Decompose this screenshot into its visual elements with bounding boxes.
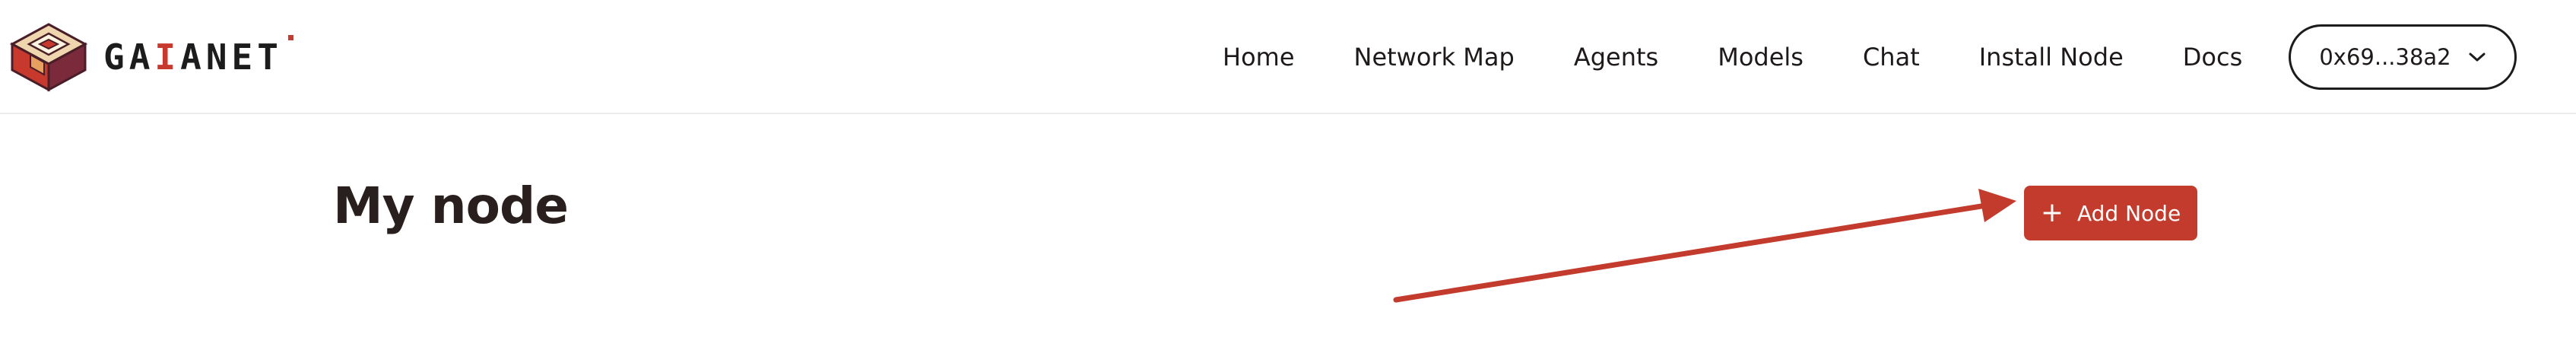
gaianet-logo-icon [9, 21, 88, 93]
nav-item-install-node[interactable]: Install Node [1979, 40, 2124, 75]
add-node-button[interactable]: + Add Node [2024, 186, 2197, 240]
page: G A I A N E T Home Network Map Agents Mo… [0, 0, 2576, 347]
nav-item-models[interactable]: Models [1718, 40, 1804, 75]
brand-letter: N [205, 37, 232, 78]
page-title: My node [333, 177, 569, 235]
brand-letter: G [103, 37, 129, 78]
main-nav: Home Network Map Agents Models Chat Inst… [1223, 40, 2242, 75]
brand-letter: A [180, 37, 206, 78]
nav-item-network-map[interactable]: Network Map [1354, 40, 1515, 75]
brand-accent-dot [287, 35, 293, 40]
chevron-down-icon [2468, 52, 2486, 62]
wallet-account-dropdown[interactable]: 0x69...38a2 [2289, 24, 2517, 90]
brand-letter: T [257, 37, 283, 78]
nav-item-agents[interactable]: Agents [1574, 40, 1658, 75]
brand-letter: E [231, 37, 258, 78]
plus-icon: + [2040, 197, 2064, 228]
wallet-address: 0x69...38a2 [2319, 44, 2451, 70]
nav-item-home[interactable]: Home [1223, 40, 1295, 75]
brand-letter: A [128, 37, 155, 78]
add-node-button-label: Add Node [2076, 200, 2181, 226]
brand-wordmark: G A I A N E T [103, 35, 293, 78]
brand-logo-link[interactable]: G A I A N E T [9, 21, 293, 93]
nav-item-chat[interactable]: Chat [1863, 40, 1920, 75]
brand-letter: I [154, 37, 181, 78]
top-navbar: G A I A N E T Home Network Map Agents Mo… [0, 0, 2576, 114]
nav-item-docs[interactable]: Docs [2183, 40, 2242, 75]
